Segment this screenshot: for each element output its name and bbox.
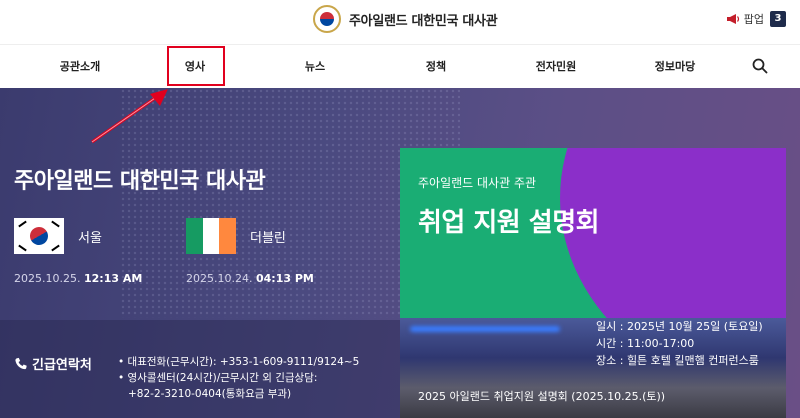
banner-info: 일시 : 2025년 10월 25일 (토요일) 시간 : 11:00-17:0… (596, 320, 763, 367)
nav-item-policy[interactable]: 정책 (426, 45, 446, 89)
nav-item-e-civil[interactable]: 전자민원 (536, 45, 576, 89)
nav-item-info[interactable]: 정보마당 (655, 45, 695, 89)
popup-label: 팝업 (743, 13, 764, 26)
city-name: 서울 (78, 230, 102, 246)
emergency-contact-label: 긴급연락처 (14, 354, 92, 373)
city-time-dublin: 2025.10.24. 04:13 PM (186, 272, 314, 285)
phone-icon (15, 357, 27, 369)
korea-flag-icon (14, 218, 64, 254)
ireland-flag-icon (186, 218, 237, 254)
hero-title: 주아일랜드 대한민국 대사관 (14, 169, 266, 194)
site-logo[interactable]: 주아일랜드 대한민국 대사관 (313, 5, 498, 33)
government-emblem-icon (313, 5, 341, 33)
annotation-arrow-icon (91, 89, 168, 144)
site-header: 주아일랜드 대한민국 대사관 팝업 3 (0, 0, 800, 44)
popup-count-badge: 3 (770, 11, 786, 27)
banner-title: 취업 지원 설명회 (418, 208, 600, 238)
city-time-seoul: 2025.10.25. 12:13 AM (14, 272, 143, 285)
contact-line: • 영사콜센터(24시간)/근무시간 외 긴급상담: (118, 372, 318, 384)
nav-item-news[interactable]: 뉴스 (305, 45, 325, 89)
city-name: 더블린 (250, 230, 286, 246)
contact-line: +82-2-3210-0404(통화요금 부과) (128, 388, 292, 400)
banner-host: 주아일랜드 대사관 주관 (418, 176, 537, 190)
banner-caption: 2025 아일랜드 취업지원 설명회 (2025.10.25.(토)) (418, 390, 666, 403)
event-banner[interactable]: 주아일랜드 대사관 주관 취업 지원 설명회 일시 : 2025년 10월 25… (400, 148, 786, 418)
city-seoul: 서울 (14, 218, 102, 254)
megaphone-icon (726, 13, 740, 25)
search-icon[interactable] (752, 58, 768, 74)
main-navigation: 공관소개 영사 뉴스 정책 전자민원 정보마당 (0, 44, 800, 88)
highlight-box (167, 46, 225, 86)
popup-button[interactable]: 팝업 3 (726, 11, 786, 27)
city-dublin: 더블린 (186, 218, 286, 254)
nav-item-about[interactable]: 공관소개 (60, 45, 100, 89)
emergency-contact-lines: • 대표전화(근무시간): +353-1-609-9111/9124~5 • 영… (118, 354, 359, 402)
site-title: 주아일랜드 대한민국 대사관 (349, 13, 498, 29)
contact-line: • 대표전화(근무시간): +353-1-609-9111/9124~5 (118, 356, 360, 368)
